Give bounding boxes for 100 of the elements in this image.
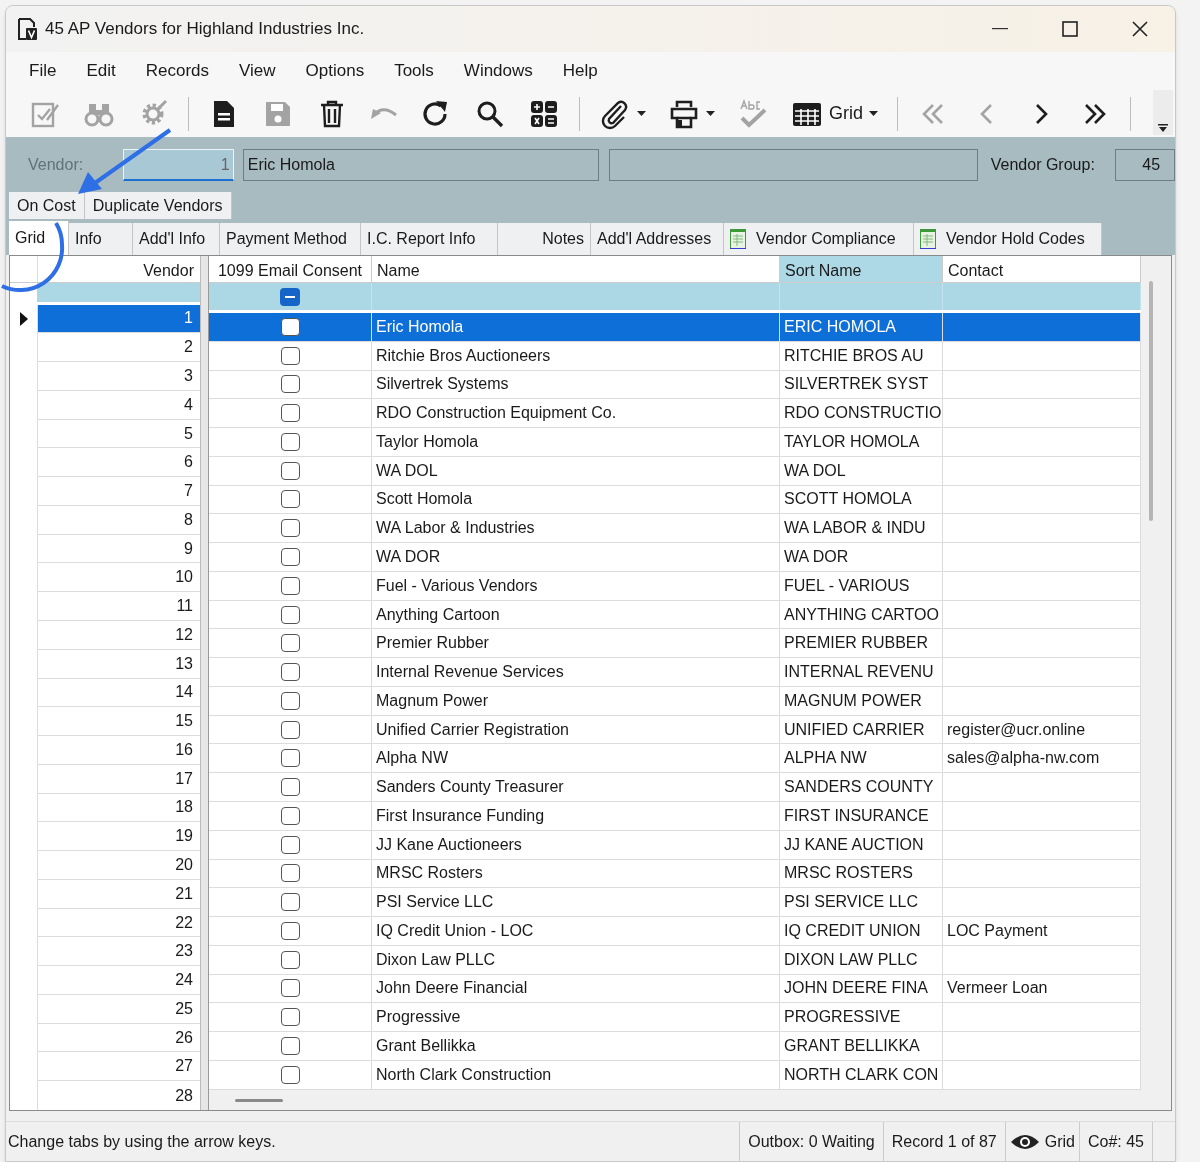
filter-cell[interactable] — [37, 283, 200, 302]
tab[interactable]: I.C. Report Info — [361, 223, 498, 255]
checkbox[interactable] — [280, 893, 300, 912]
tab[interactable]: Vendor Compliance — [724, 223, 914, 255]
menu-item[interactable]: Tools — [379, 58, 449, 84]
checkbox[interactable] — [280, 519, 300, 538]
tab[interactable]: Vendor Hold Codes — [914, 223, 1102, 255]
checkbox[interactable] — [280, 490, 300, 509]
record-status: Record 1 of 87 — [882, 1122, 1005, 1161]
filter-cell[interactable] — [780, 283, 943, 310]
checkbox[interactable] — [280, 1037, 300, 1055]
checkbox[interactable] — [280, 663, 300, 682]
table-row[interactable]: Taylor Homola TAYLOR HOMOLA — [209, 428, 1141, 457]
table-row[interactable]: Alpha NW ALPHA NW sales@alpha-nw.com — [209, 744, 1141, 774]
menu-item[interactable]: Records — [130, 58, 224, 84]
column-header[interactable]: 1099 Email Consent — [209, 256, 372, 282]
checkbox[interactable] — [280, 461, 300, 480]
table-cell: Taylor Homola — [372, 428, 780, 457]
vendor-group-field[interactable]: 45 — [1115, 149, 1175, 181]
menu-item[interactable]: Help — [547, 58, 613, 84]
table-row[interactable]: Magnum Power MAGNUM POWER — [209, 686, 1141, 716]
table-cell: MRSC Rosters — [372, 859, 780, 889]
table-row[interactable]: Progressive PROGRESSIVE — [209, 1003, 1141, 1033]
tab[interactable]: On Cost — [9, 192, 85, 219]
table-row[interactable]: JJ Kane Auctioneers JJ KANE AUCTION — [209, 830, 1141, 860]
checkbox[interactable] — [280, 1065, 300, 1084]
scrollbar-thumb[interactable] — [1149, 281, 1153, 521]
table-cell: Dixon Law PLLC — [372, 945, 780, 975]
table-row[interactable]: WA Labor & Industries WA LABOR & INDU — [209, 514, 1141, 544]
table-row[interactable]: Scott Homola SCOTT HOMOLA — [209, 485, 1141, 515]
table-row[interactable]: Premier Rubber PREMIER RUBBER — [209, 629, 1141, 659]
checkbox[interactable] — [280, 950, 300, 969]
column-header[interactable]: Contact — [943, 256, 1141, 282]
column-header[interactable]: Vendor — [37, 256, 200, 282]
table-row[interactable]: Eric Homola ERIC HOMOLA — [209, 313, 1141, 342]
menu-item[interactable]: Edit — [71, 58, 131, 84]
table-cell: SILVERTREK SYST — [780, 370, 943, 400]
checkbox[interactable] — [280, 806, 300, 825]
table-row[interactable]: MRSC Rosters MRSC ROSTERS — [209, 859, 1141, 889]
menu-item[interactable]: Options — [290, 58, 380, 84]
table-row[interactable]: Dixon Law PLLC DIXON LAW PLLC — [209, 945, 1141, 975]
table-row[interactable]: PSI Service LLC PSI SERVICE LLC — [209, 888, 1141, 918]
table-row[interactable]: Internal Revenue Services INTERNAL REVENU — [209, 658, 1141, 687]
filter-cell[interactable] — [372, 283, 780, 310]
checkbox[interactable] — [280, 375, 300, 394]
table-cell: PREMIER RUBBER — [780, 629, 943, 659]
tab[interactable]: Info — [69, 223, 133, 255]
toolbar-overflow-button[interactable] — [1153, 90, 1173, 135]
table-row[interactable]: IQ Credit Union - LOC IQ CREDIT UNION LOC Payment — [209, 917, 1141, 946]
table-cell: Unified Carrier Registration — [372, 715, 780, 745]
table-row[interactable]: John Deere Financial JOHN DEERE FINA Vermeer Loan — [209, 974, 1141, 1004]
checkbox[interactable] — [280, 346, 300, 365]
toolbar-button[interactable]: Grid — [780, 93, 889, 134]
checkbox[interactable] — [280, 317, 300, 336]
checkbox[interactable] — [280, 835, 300, 854]
table-cell: SANDERS COUNTY — [780, 773, 943, 802]
indeterminate-checkbox-icon[interactable] — [280, 287, 300, 306]
checkbox[interactable] — [280, 720, 300, 739]
checkbox[interactable] — [280, 576, 300, 595]
checkbox[interactable] — [280, 605, 300, 624]
checkbox[interactable] — [280, 864, 300, 883]
table-cell: 4 — [37, 390, 200, 420]
checkbox[interactable] — [280, 979, 300, 998]
table-cell: WA LABOR & INDU — [780, 514, 943, 544]
tab[interactable]: Grid — [9, 221, 69, 255]
table-row[interactable]: Grant Bellikka GRANT BELLIKKA — [209, 1032, 1141, 1061]
table-row[interactable]: Sanders County Treasurer SANDERS COUNTY — [209, 773, 1141, 802]
table-row[interactable]: Silvertrek Systems SILVERTREK SYST — [209, 370, 1141, 400]
table-row[interactable]: RDO Construction Equipment Co. RDO CONSTRUCTIO — [209, 399, 1141, 429]
filter-cell[interactable] — [943, 283, 1141, 310]
checkbox[interactable] — [280, 1008, 300, 1027]
table-row[interactable]: Fuel - Various Vendors FUEL - VARIOUS — [209, 571, 1141, 601]
table-row[interactable]: Unified Carrier Registration UNIFIED CARRIER register@ucr.online — [209, 715, 1141, 745]
tab[interactable]: Add'l Addresses — [591, 223, 724, 255]
table-row[interactable]: WA DOL WA DOL — [209, 456, 1141, 486]
checkbox[interactable] — [280, 432, 300, 451]
checkbox[interactable] — [280, 404, 300, 423]
tab[interactable]: Add'l Info — [133, 223, 220, 255]
column-header[interactable]: Sort Name — [780, 256, 943, 282]
input-field[interactable] — [608, 149, 978, 181]
table-row[interactable]: North Clark Construction NORTH CLARK CON — [209, 1060, 1141, 1090]
checkbox[interactable] — [280, 778, 300, 797]
menu-item[interactable]: Windows — [448, 58, 548, 84]
checkbox[interactable] — [280, 749, 300, 768]
vendor-name-field[interactable]: Eric Homola — [242, 149, 599, 181]
tab[interactable]: Notes — [498, 223, 591, 255]
menu-item[interactable]: View — [224, 58, 291, 84]
tab[interactable]: Payment Method — [220, 223, 361, 255]
table-row[interactable]: First Insurance Funding FIRST INSURANCE — [209, 802, 1141, 831]
filter-cell[interactable] — [209, 283, 372, 310]
tab[interactable]: Duplicate Vendors — [84, 192, 232, 219]
table-row[interactable]: Ritchie Bros Auctioneers RITCHIE BROS AU — [209, 341, 1141, 371]
checkbox[interactable] — [280, 634, 300, 653]
scrollbar-thumb[interactable] — [235, 1099, 283, 1102]
checkbox[interactable] — [280, 921, 300, 940]
menu-item[interactable]: File — [14, 58, 72, 84]
table-row[interactable]: WA DOR WA DOR — [209, 543, 1141, 572]
checkbox[interactable] — [280, 691, 300, 710]
checkbox[interactable] — [280, 548, 300, 566]
table-row[interactable]: Anything Cartoon ANYTHING CARTOO — [209, 600, 1141, 630]
